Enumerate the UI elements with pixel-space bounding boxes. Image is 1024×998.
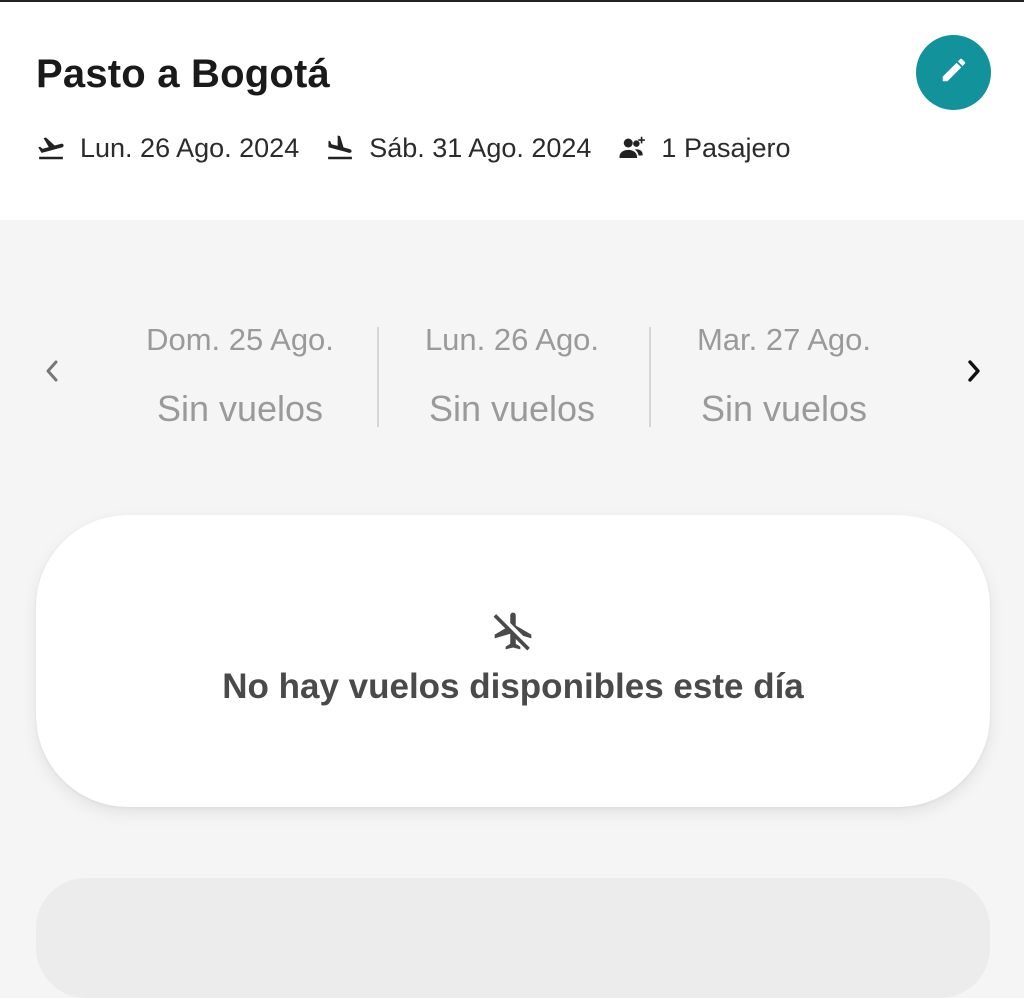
landing-icon — [325, 133, 355, 163]
next-card — [36, 878, 990, 998]
trip-summary-header: Pasto a Bogotá Lun. 26 Ago. 2024 Sáb. 31… — [0, 2, 1024, 220]
date-option-status: Sin vuelos — [428, 388, 596, 429]
trip-details: Lun. 26 Ago. 2024 Sáb. 31 Ago. 2024 1 Pa… — [36, 130, 791, 166]
route-title: Pasto a Bogotá — [36, 52, 330, 96]
no-flights-message: No hay vuelos disponibles este día — [222, 667, 804, 706]
departure-date: Lun. 26 Ago. 2024 — [36, 133, 299, 164]
next-days-button[interactable] — [955, 355, 991, 391]
no-flights-card: No hay vuelos disponibles este día — [36, 515, 990, 807]
date-option[interactable]: Mar. 27 Ago. Sin vuelos — [648, 300, 920, 450]
chevron-left-icon — [42, 357, 64, 390]
date-option-day: Lun. 26 Ago. — [424, 322, 600, 357]
takeoff-icon — [36, 133, 66, 163]
return-date-text: Sáb. 31 Ago. 2024 — [369, 132, 592, 163]
pencil-icon — [939, 55, 969, 90]
return-date: Sáb. 31 Ago. 2024 — [325, 133, 591, 164]
date-option-selected[interactable]: Lun. 26 Ago. Sin vuelos — [376, 300, 648, 450]
edit-search-button[interactable] — [916, 35, 991, 110]
date-option-status: Sin vuelos — [700, 388, 868, 429]
passenger-count: 1 Pasajero — [617, 132, 791, 164]
date-carousel: Dom. 25 Ago. Sin vuelos Lun. 26 Ago. Sin… — [0, 300, 1024, 450]
departure-date-text: Lun. 26 Ago. 2024 — [80, 132, 300, 163]
date-option[interactable]: Dom. 25 Ago. Sin vuelos — [104, 300, 376, 450]
date-option-status: Sin vuelos — [156, 388, 324, 429]
date-option-day: Dom. 25 Ago. — [146, 322, 334, 357]
chevron-right-icon — [962, 357, 984, 390]
previous-days-button[interactable] — [35, 355, 71, 391]
no-flights-icon — [491, 609, 535, 653]
date-option-day: Mar. 27 Ago. — [696, 322, 872, 357]
passenger-count-text: 1 Pasajero — [661, 132, 791, 163]
add-passenger-icon — [617, 133, 647, 163]
